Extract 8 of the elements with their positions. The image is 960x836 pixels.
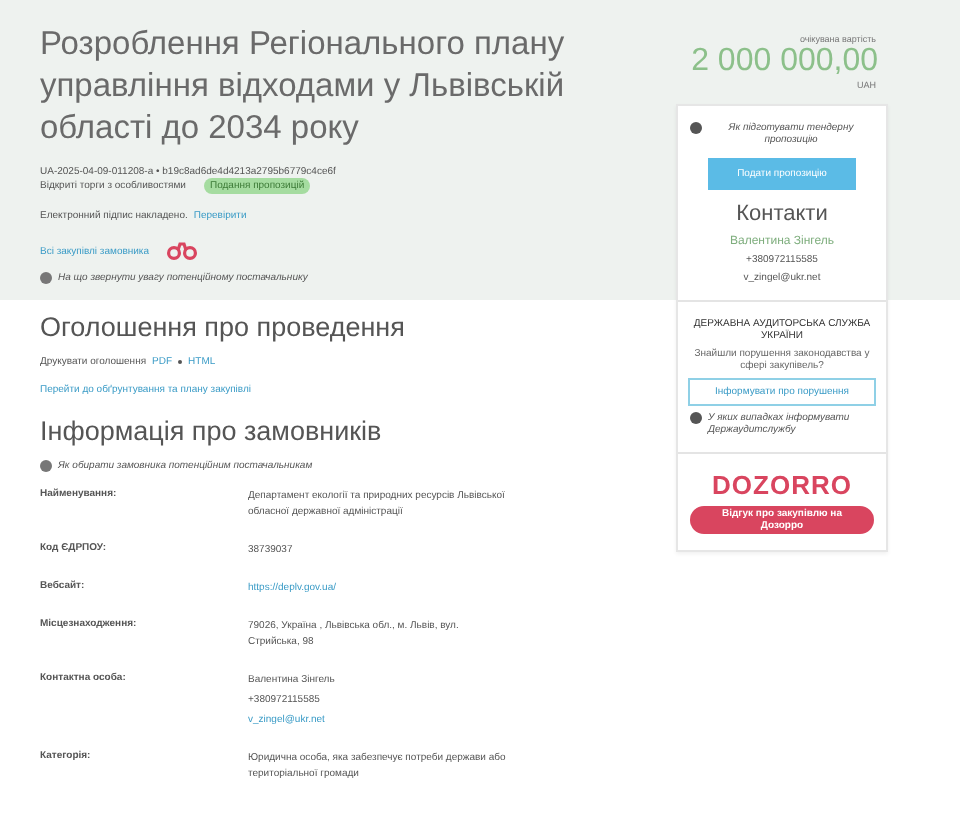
section-title: Інформація про замовників	[40, 416, 384, 446]
tender-title: Розроблення Регіонального плану управління відходами у Львівській області до 2034 року	[40, 24, 567, 150]
dozorro-logo: DOZORRO	[712, 470, 852, 500]
price-amount: 2 000 000,00	[691, 44, 878, 80]
binoculars-icon	[165, 242, 198, 260]
separator-dot	[178, 359, 183, 363]
contacts-title: Контакти	[736, 202, 828, 226]
section-title: Оголошення про проведення	[40, 312, 407, 342]
